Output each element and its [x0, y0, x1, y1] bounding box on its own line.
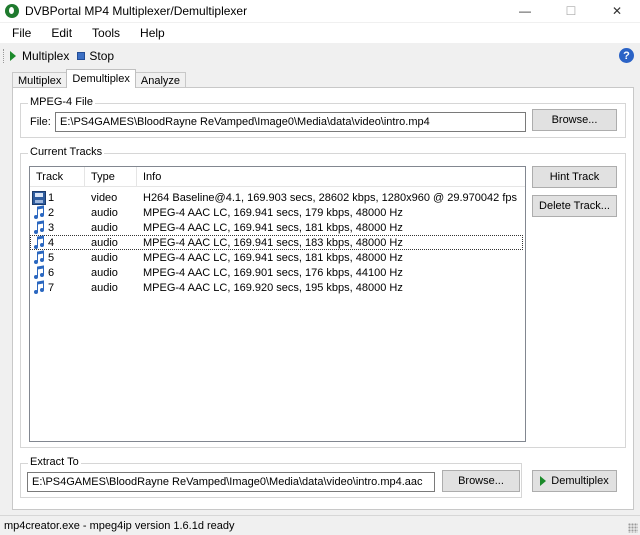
close-button[interactable]: ✕ [594, 0, 640, 22]
mpeg4-file-group-label: MPEG-4 File [28, 96, 95, 108]
tracks-list-header: Track Type Info [30, 167, 525, 187]
audio-track-icon [32, 219, 46, 235]
track-type: audio [91, 206, 118, 219]
column-header-track[interactable]: Track [30, 167, 85, 187]
tab-analyze[interactable]: Analyze [134, 72, 187, 88]
demultiplex-button-label: Demultiplex [551, 475, 609, 487]
track-info: MPEG-4 AAC LC, 169.941 secs, 183 kbps, 4… [143, 236, 403, 249]
window-title: DVBPortal MP4 Multiplexer/Demultiplexer [25, 4, 248, 18]
track-info: MPEG-4 AAC LC, 169.901 secs, 176 kbps, 4… [143, 266, 403, 279]
track-number: 6 [48, 266, 55, 279]
stop-toolbar-button[interactable]: Stop [77, 49, 114, 63]
tab-multiplex[interactable]: Multiplex [12, 72, 68, 88]
track-type: video [91, 191, 118, 204]
stop-toolbar-label: Stop [89, 49, 115, 63]
track-info: MPEG-4 AAC LC, 169.941 secs, 181 kbps, 4… [143, 221, 403, 234]
play-icon [10, 51, 16, 61]
column-header-type[interactable]: Type [85, 167, 137, 187]
menu-edit[interactable]: Edit [39, 26, 80, 40]
resize-grip[interactable] [628, 523, 638, 533]
tracks-listview[interactable]: Track Type Info 1 video H264 Baseline@4.… [29, 166, 526, 442]
track-type: audio [91, 281, 118, 294]
video-track-icon [32, 190, 46, 205]
menu-file[interactable]: File [0, 26, 39, 40]
menu-help[interactable]: Help [128, 26, 173, 40]
app-icon [5, 4, 19, 18]
play-icon [540, 476, 547, 486]
help-icon[interactable]: ? [619, 48, 634, 63]
tab-strip: Multiplex Demultiplex Analyze [12, 69, 187, 88]
maximize-button[interactable]: ☐ [548, 0, 594, 22]
audio-track-icon [32, 264, 46, 280]
track-type: audio [91, 236, 118, 249]
window-controls: — ☐ ✕ [502, 0, 640, 22]
stop-icon [77, 52, 86, 60]
audio-track-icon [32, 204, 46, 220]
multiplex-toolbar-label: Multiplex [22, 49, 70, 63]
track-type: audio [91, 221, 118, 234]
track-type: audio [91, 266, 118, 279]
track-info: MPEG-4 AAC LC, 169.941 secs, 181 kbps, 4… [143, 251, 403, 264]
table-row[interactable]: 4 audio MPEG-4 AAC LC, 169.941 secs, 183… [30, 234, 523, 250]
menu-bar: File Edit Tools Help [0, 23, 640, 43]
current-tracks-group-label: Current Tracks [28, 146, 105, 158]
demultiplex-button[interactable]: Demultiplex [532, 470, 617, 492]
track-number: 1 [48, 191, 55, 204]
status-text: mp4creator.exe - mpeg4ip version 1.6.1d … [4, 519, 235, 532]
toolbar: Multiplex Stop ? [0, 44, 640, 68]
table-row[interactable]: 1 video H264 Baseline@4.1, 169.903 secs,… [30, 190, 523, 205]
track-number: 2 [48, 206, 55, 219]
toolbar-grip[interactable] [3, 49, 6, 63]
minimize-button[interactable]: — [502, 0, 548, 22]
extract-to-group-label: Extract To [28, 456, 81, 468]
column-header-info[interactable]: Info [137, 167, 525, 187]
menu-tools[interactable]: Tools [80, 26, 128, 40]
table-row[interactable]: 2 audio MPEG-4 AAC LC, 169.941 secs, 179… [30, 204, 523, 220]
status-bar: mp4creator.exe - mpeg4ip version 1.6.1d … [0, 515, 640, 535]
table-row[interactable]: 3 audio MPEG-4 AAC LC, 169.941 secs, 181… [30, 219, 523, 235]
file-label: File: [30, 116, 51, 128]
multiplex-toolbar-button[interactable]: Multiplex [10, 49, 69, 63]
mpeg4-file-input[interactable]: E:\PS4GAMES\BloodRayne ReVamped\Image0\M… [55, 112, 526, 132]
track-info: MPEG-4 AAC LC, 169.920 secs, 195 kbps, 4… [143, 281, 403, 294]
tab-demultiplex[interactable]: Demultiplex [66, 69, 136, 88]
audio-track-icon [32, 249, 46, 265]
table-row[interactable]: 6 audio MPEG-4 AAC LC, 169.901 secs, 176… [30, 264, 523, 280]
demultiplex-panel: MPEG-4 File File: E:\PS4GAMES\BloodRayne… [12, 87, 634, 510]
track-number: 5 [48, 251, 55, 264]
track-type: audio [91, 251, 118, 264]
audio-track-icon [32, 234, 46, 250]
browse-extract-button[interactable]: Browse... [442, 470, 520, 492]
title-bar: DVBPortal MP4 Multiplexer/Demultiplexer … [0, 0, 640, 22]
track-number: 3 [48, 221, 55, 234]
track-info: MPEG-4 AAC LC, 169.941 secs, 179 kbps, 4… [143, 206, 403, 219]
extract-path-input[interactable]: E:\PS4GAMES\BloodRayne ReVamped\Image0\M… [27, 472, 435, 492]
table-row[interactable]: 7 audio MPEG-4 AAC LC, 169.920 secs, 195… [30, 279, 523, 295]
table-row[interactable]: 5 audio MPEG-4 AAC LC, 169.941 secs, 181… [30, 249, 523, 265]
track-number: 4 [48, 236, 55, 249]
delete-track-button[interactable]: Delete Track... [532, 195, 617, 217]
audio-track-icon [32, 279, 46, 295]
track-info: H264 Baseline@4.1, 169.903 secs, 28602 k… [143, 191, 517, 204]
hint-track-button[interactable]: Hint Track [532, 166, 617, 188]
browse-mpeg4-button[interactable]: Browse... [532, 109, 617, 131]
track-number: 7 [48, 281, 55, 294]
